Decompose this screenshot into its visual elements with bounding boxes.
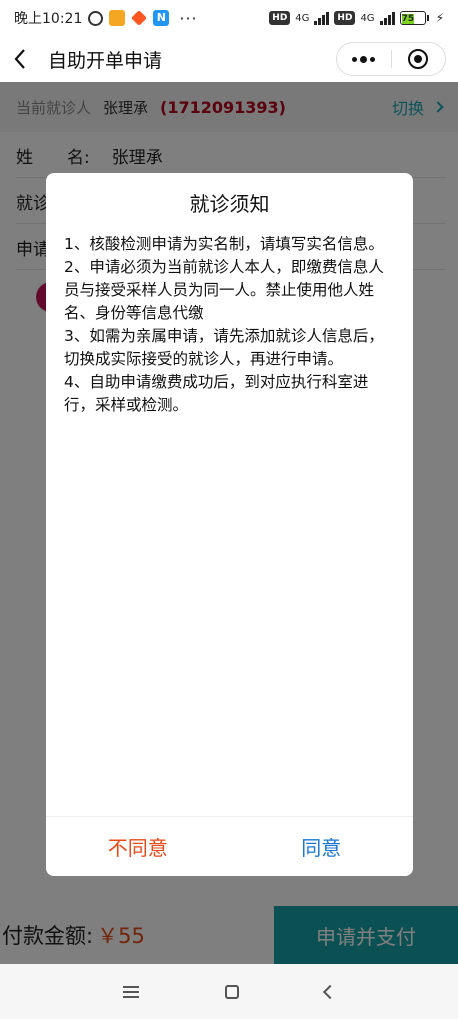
signal-icon xyxy=(314,11,330,25)
status-time: 晚上10:21 xyxy=(14,11,83,27)
app-notification-icon: N xyxy=(153,10,170,26)
notice-item: 2、申请必须为当前就诊人本人，即缴费信息人员与接受采样人员为同一人。禁止使用他人… xyxy=(64,258,384,322)
system-nav-bar xyxy=(0,964,458,1019)
page-title: 自助开单申请 xyxy=(48,49,163,72)
notice-item: 3、如需为亲属申请，请先添加就诊人信息后，切换成实际接受的就诊人，再进行申请。 xyxy=(64,327,384,368)
more-notifications-icon: ··· xyxy=(179,8,198,28)
network-type: 4G xyxy=(360,12,375,24)
app-notification-icon xyxy=(109,10,126,26)
dialog-title: 就诊须知 xyxy=(189,192,270,216)
header: 自助开单申请 xyxy=(0,36,458,82)
signal-icon xyxy=(379,11,395,25)
app-notification-icon xyxy=(131,10,148,26)
disagree-button[interactable]: 不同意 xyxy=(46,817,230,876)
back-icon[interactable] xyxy=(0,36,40,82)
hd-icon: HD xyxy=(334,11,356,25)
dialog-footer: 不同意 同意 xyxy=(46,816,413,876)
notice-dialog: 就诊须知 1、核酸检测申请为实名制，请填写实名信息。 2、申请必须为当前就诊人本… xyxy=(46,173,413,876)
notice-item: 4、自助申请缴费成功后，到对应执行科室进行，采样或检测。 xyxy=(64,373,369,414)
close-mini-program-icon[interactable] xyxy=(392,43,446,75)
charging-icon: ⚡ xyxy=(435,11,444,25)
notice-item: 1、核酸检测申请为实名制，请填写实名信息。 xyxy=(64,235,384,253)
status-bar: 晚上10:21 N ··· HD 4G HD 4G 75 ⚡ xyxy=(0,0,458,36)
alarm-icon xyxy=(88,10,104,26)
battery-icon: 75 xyxy=(399,11,429,25)
agree-button[interactable]: 同意 xyxy=(229,817,413,876)
system-back-icon[interactable] xyxy=(322,984,338,999)
more-icon[interactable] xyxy=(337,43,391,75)
menu-icon[interactable] xyxy=(123,985,139,998)
home-icon[interactable] xyxy=(225,984,239,999)
hd-icon: HD xyxy=(269,11,291,25)
battery-level: 75 xyxy=(401,14,415,24)
network-type: 4G xyxy=(295,12,310,24)
mini-program-capsule xyxy=(336,42,446,76)
dialog-body: 1、核酸检测申请为实名制，请填写实名信息。 2、申请必须为当前就诊人本人，即缴费… xyxy=(46,219,413,417)
